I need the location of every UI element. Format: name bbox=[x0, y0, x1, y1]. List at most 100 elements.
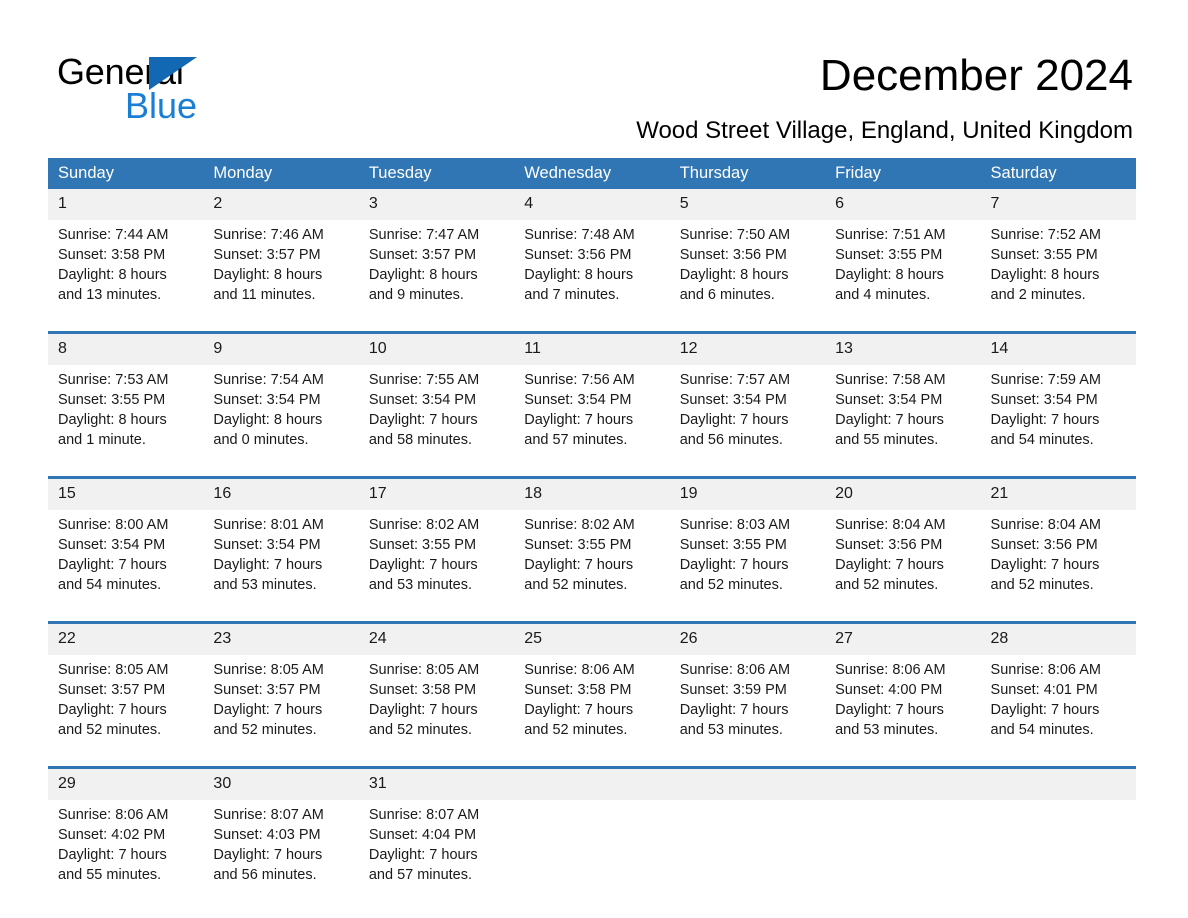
generalblue-logo[interactable]: General Blue bbox=[57, 50, 257, 126]
day-cell[interactable]: Sunrise: 8:01 AM Sunset: 3:54 PM Daylight:… bbox=[203, 510, 359, 607]
week-daynumber-row: 22 23 24 25 26 27 28 bbox=[48, 622, 1136, 655]
day-number[interactable]: 20 bbox=[825, 477, 981, 510]
day-number[interactable]: 29 bbox=[48, 767, 204, 800]
day-number[interactable]: 12 bbox=[669, 332, 826, 365]
day-number[interactable]: 14 bbox=[980, 332, 1136, 365]
daylight-text-line1: Daylight: 8 hours bbox=[58, 412, 167, 428]
day-number[interactable]: 23 bbox=[203, 622, 359, 655]
day-number[interactable]: 17 bbox=[358, 477, 515, 510]
week-separator-rule bbox=[48, 752, 1136, 769]
day-number[interactable]: 16 bbox=[203, 477, 359, 510]
sunset-text: Sunset: 4:01 PM bbox=[990, 682, 1098, 698]
day-cell[interactable]: Sunrise: 7:53 AM Sunset: 3:55 PM Daylight:… bbox=[48, 365, 204, 462]
day-cell[interactable]: Sunrise: 8:06 AM Sunset: 4:02 PM Daylight:… bbox=[48, 800, 204, 897]
day-cell[interactable]: Sunrise: 8:05 AM Sunset: 3:57 PM Daylight:… bbox=[48, 655, 204, 752]
daylight-text-line2: and 57 minutes. bbox=[524, 432, 628, 448]
sunrise-text: Sunrise: 7:48 AM bbox=[524, 227, 635, 243]
daylight-text-line1: Daylight: 8 hours bbox=[524, 267, 634, 283]
daylight-text-line1: Daylight: 8 hours bbox=[990, 267, 1100, 283]
day-cell[interactable]: Sunrise: 8:06 AM Sunset: 3:58 PM Daylight:… bbox=[514, 655, 670, 752]
day-cell[interactable]: Sunrise: 8:04 AM Sunset: 3:56 PM Daylight:… bbox=[980, 510, 1136, 607]
day-number[interactable]: 10 bbox=[358, 332, 515, 365]
page-subtitle: Wood Street Village, England, United Kin… bbox=[636, 117, 1133, 144]
day-number[interactable]: 24 bbox=[358, 622, 515, 655]
week-dayinfo-row: Sunrise: 8:06 AM Sunset: 4:02 PM Daylight:… bbox=[48, 800, 1136, 897]
sunset-text: Sunset: 4:04 PM bbox=[368, 827, 477, 843]
daylight-text-line1: Daylight: 8 hours bbox=[213, 267, 323, 283]
daylight-text-line1: Daylight: 8 hours bbox=[368, 267, 478, 283]
daylight-text-line2: and 52 minutes. bbox=[524, 577, 628, 593]
day-cell[interactable]: Sunrise: 7:54 AM Sunset: 3:54 PM Daylight:… bbox=[203, 365, 359, 462]
day-number[interactable]: 8 bbox=[48, 332, 204, 365]
sunset-text: Sunset: 4:03 PM bbox=[213, 827, 321, 843]
day-number[interactable]: 27 bbox=[825, 622, 981, 655]
day-number[interactable]: 13 bbox=[825, 332, 981, 365]
day-number[interactable]: 31 bbox=[358, 767, 515, 800]
daylight-text-line2: and 52 minutes. bbox=[524, 722, 628, 738]
day-number[interactable]: 18 bbox=[514, 477, 670, 510]
sunset-text: Sunset: 3:58 PM bbox=[58, 247, 166, 263]
sunrise-text: Sunrise: 8:05 AM bbox=[368, 662, 480, 678]
day-number[interactable]: 19 bbox=[669, 477, 826, 510]
day-cell[interactable]: Sunrise: 7:55 AM Sunset: 3:54 PM Daylight:… bbox=[358, 365, 515, 462]
daylight-text-line2: and 57 minutes. bbox=[368, 867, 473, 883]
sunset-text: Sunset: 3:55 PM bbox=[990, 247, 1098, 263]
daylight-text-line1: Daylight: 7 hours bbox=[213, 557, 323, 573]
day-cell[interactable]: Sunrise: 7:48 AM Sunset: 3:56 PM Daylight:… bbox=[514, 220, 670, 317]
day-cell[interactable]: Sunrise: 8:05 AM Sunset: 3:58 PM Daylight:… bbox=[358, 655, 515, 752]
day-cell[interactable]: Sunrise: 8:06 AM Sunset: 3:59 PM Daylight:… bbox=[669, 655, 826, 752]
sunrise-text: Sunrise: 7:50 AM bbox=[679, 227, 791, 243]
day-cell[interactable]: Sunrise: 8:07 AM Sunset: 4:03 PM Daylight:… bbox=[203, 800, 359, 897]
day-cell[interactable]: Sunrise: 8:03 AM Sunset: 3:55 PM Daylight:… bbox=[669, 510, 826, 607]
sunrise-text: Sunrise: 7:44 AM bbox=[58, 227, 169, 243]
day-cell[interactable]: Sunrise: 7:57 AM Sunset: 3:54 PM Daylight:… bbox=[669, 365, 826, 462]
week-separator-rule bbox=[48, 607, 1136, 624]
daylight-text-line2: and 54 minutes. bbox=[990, 722, 1094, 738]
day-cell[interactable]: Sunrise: 8:02 AM Sunset: 3:55 PM Daylight:… bbox=[514, 510, 670, 607]
day-number[interactable]: 26 bbox=[669, 622, 826, 655]
page-header: General Blue December 2024 Wood Street V… bbox=[0, 0, 1188, 150]
day-number[interactable]: 3 bbox=[358, 189, 515, 220]
day-number[interactable]: 5 bbox=[669, 189, 826, 220]
day-number[interactable]: 15 bbox=[48, 477, 204, 510]
day-number[interactable]: 28 bbox=[980, 622, 1136, 655]
day-cell[interactable]: Sunrise: 7:59 AM Sunset: 3:54 PM Daylight:… bbox=[980, 365, 1136, 462]
day-cell[interactable]: Sunrise: 8:05 AM Sunset: 3:57 PM Daylight:… bbox=[203, 655, 359, 752]
day-cell[interactable]: Sunrise: 8:07 AM Sunset: 4:04 PM Daylight:… bbox=[358, 800, 515, 897]
daylight-text-line1: Daylight: 7 hours bbox=[58, 702, 167, 718]
day-number[interactable]: 11 bbox=[514, 332, 670, 365]
sunset-text: Sunset: 3:55 PM bbox=[835, 247, 943, 263]
day-cell[interactable]: Sunrise: 7:47 AM Sunset: 3:57 PM Daylight:… bbox=[358, 220, 515, 317]
daylight-text-line1: Daylight: 7 hours bbox=[679, 557, 789, 573]
daylight-text-line2: and 53 minutes. bbox=[835, 722, 939, 738]
day-cell[interactable]: Sunrise: 8:00 AM Sunset: 3:54 PM Daylight:… bbox=[48, 510, 204, 607]
sunrise-text: Sunrise: 8:07 AM bbox=[368, 807, 480, 823]
day-number[interactable]: 7 bbox=[980, 189, 1136, 220]
day-number[interactable]: 6 bbox=[825, 189, 981, 220]
day-number[interactable]: 30 bbox=[203, 767, 359, 800]
day-cell[interactable]: Sunrise: 7:58 AM Sunset: 3:54 PM Daylight:… bbox=[825, 365, 981, 462]
sunset-text: Sunset: 3:54 PM bbox=[679, 392, 787, 408]
day-cell[interactable]: Sunrise: 7:56 AM Sunset: 3:54 PM Daylight:… bbox=[514, 365, 670, 462]
day-cell[interactable]: Sunrise: 7:51 AM Sunset: 3:55 PM Daylight:… bbox=[825, 220, 981, 317]
day-cell[interactable]: Sunrise: 8:02 AM Sunset: 3:55 PM Daylight:… bbox=[358, 510, 515, 607]
day-number[interactable]: 22 bbox=[48, 622, 204, 655]
day-number[interactable]: 4 bbox=[514, 189, 670, 220]
day-number[interactable]: 25 bbox=[514, 622, 670, 655]
day-cell[interactable]: Sunrise: 8:06 AM Sunset: 4:00 PM Daylight:… bbox=[825, 655, 981, 752]
daylight-text-line1: Daylight: 8 hours bbox=[213, 412, 323, 428]
day-cell[interactable]: Sunrise: 8:04 AM Sunset: 3:56 PM Daylight:… bbox=[825, 510, 981, 607]
sunset-text: Sunset: 3:58 PM bbox=[368, 682, 477, 698]
day-cell[interactable]: Sunrise: 7:52 AM Sunset: 3:55 PM Daylight:… bbox=[980, 220, 1136, 317]
day-number[interactable]: 2 bbox=[203, 189, 359, 220]
calendar-header-row: Sunday Monday Tuesday Wednesday Thursday… bbox=[48, 158, 1136, 189]
day-cell[interactable]: Sunrise: 7:50 AM Sunset: 3:56 PM Daylight:… bbox=[669, 220, 826, 317]
day-cell[interactable]: Sunrise: 7:46 AM Sunset: 3:57 PM Daylight:… bbox=[203, 220, 359, 317]
day-number[interactable]: 9 bbox=[203, 332, 359, 365]
day-cell[interactable]: Sunrise: 7:44 AM Sunset: 3:58 PM Daylight:… bbox=[48, 220, 204, 317]
day-cell[interactable]: Sunrise: 8:06 AM Sunset: 4:01 PM Daylight:… bbox=[980, 655, 1136, 752]
sunset-text: Sunset: 4:02 PM bbox=[58, 827, 166, 843]
sunrise-text: Sunrise: 8:02 AM bbox=[524, 517, 635, 533]
day-number[interactable]: 1 bbox=[48, 189, 204, 220]
day-number[interactable]: 21 bbox=[980, 477, 1136, 510]
